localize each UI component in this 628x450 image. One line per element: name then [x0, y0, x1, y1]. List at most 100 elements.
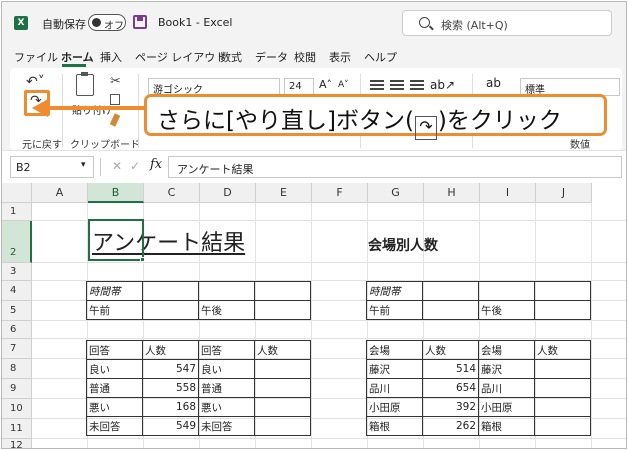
cell[interactable]: 未回答	[198, 416, 255, 436]
tab-view[interactable]: 表示	[329, 49, 351, 65]
row-header-10[interactable]: 10	[2, 399, 32, 419]
tab-help[interactable]: ヘルプ	[364, 49, 397, 65]
column-header-b[interactable]: B	[88, 183, 144, 203]
row-header-3[interactable]: 3	[2, 263, 32, 281]
cell[interactable]	[254, 378, 311, 398]
tab-insert[interactable]: 挿入	[100, 49, 122, 65]
cell[interactable]: 人数	[254, 340, 311, 360]
cell[interactable]: 549	[142, 416, 199, 436]
confirm-icon[interactable]: ✓	[130, 159, 140, 173]
select-all-corner[interactable]	[2, 183, 32, 203]
chevron-down-icon[interactable]: ▾	[81, 160, 86, 170]
wrap-text-icon[interactable]: ab	[486, 76, 501, 90]
cut-icon[interactable]: ✂	[110, 74, 121, 89]
cell[interactable]	[198, 281, 255, 301]
autosave-toggle[interactable]: オフ	[88, 14, 126, 32]
cell[interactable]	[534, 397, 591, 417]
column-header-g[interactable]: G	[368, 183, 424, 203]
cell[interactable]: 262	[422, 416, 479, 436]
formula-input[interactable]: アンケート結果	[168, 156, 622, 178]
cell[interactable]: 藤沢	[366, 359, 423, 379]
cell[interactable]	[422, 281, 479, 301]
column-header-i[interactable]: I	[480, 183, 536, 203]
cell[interactable]: 回答	[198, 340, 255, 360]
cell[interactable]: 品川	[478, 378, 535, 398]
cell[interactable]: 392	[422, 397, 479, 417]
cell[interactable]: 小田原	[366, 397, 423, 417]
cell[interactable]: 品川	[366, 378, 423, 398]
cell[interactable]	[254, 281, 311, 301]
column-header-j[interactable]: J	[536, 183, 592, 203]
tab-page-layout[interactable]: ページ レイアウト	[135, 49, 226, 65]
cell[interactable]: 558	[142, 378, 199, 398]
cell[interactable]	[254, 416, 311, 436]
cell[interactable]: 654	[422, 378, 479, 398]
column-header-f[interactable]: F	[312, 183, 368, 203]
insert-function-icon[interactable]: fx	[150, 157, 162, 172]
cell[interactable]: 514	[422, 359, 479, 379]
cell[interactable]: 人数	[534, 340, 591, 360]
cell[interactable]	[254, 359, 311, 379]
cell[interactable]: 普通	[198, 378, 255, 398]
tab-home[interactable]: ホーム	[61, 49, 94, 65]
cell[interactable]: 午後	[198, 300, 255, 320]
cell[interactable]	[478, 281, 535, 301]
cell[interactable]	[142, 281, 199, 301]
cell[interactable]: 会場	[478, 340, 535, 360]
cell[interactable]	[254, 397, 311, 417]
venue-section-title[interactable]: 会場別人数	[368, 235, 438, 255]
cell[interactable]	[534, 359, 591, 379]
name-box[interactable]: B2 ▾	[10, 156, 94, 178]
cell[interactable]: 168	[142, 397, 199, 417]
cell[interactable]	[422, 300, 479, 320]
cell[interactable]: 人数	[422, 340, 479, 360]
column-header-c[interactable]: C	[144, 183, 200, 203]
cell[interactable]	[142, 300, 199, 320]
column-header-h[interactable]: H	[424, 183, 480, 203]
cell[interactable]: 小田原	[478, 397, 535, 417]
fill-handle[interactable]	[140, 257, 145, 262]
search-input[interactable]: 検索 (Alt+Q)	[402, 10, 612, 36]
column-header-a[interactable]: A	[32, 183, 88, 203]
cell[interactable]: 回答	[86, 340, 143, 360]
tab-review[interactable]: 校閲	[294, 49, 316, 65]
row-header-1[interactable]: 1	[2, 203, 32, 221]
cell[interactable]	[534, 281, 591, 301]
row-header-2[interactable]: 2	[2, 221, 32, 263]
tab-formulas[interactable]: 数式	[220, 49, 242, 65]
cell[interactable]: 会場	[366, 340, 423, 360]
cell[interactable]	[254, 300, 311, 320]
cell[interactable]: 悪い	[198, 397, 255, 417]
row-header-11[interactable]: 11	[2, 419, 32, 439]
tab-data[interactable]: データ	[255, 49, 288, 65]
row-header-8[interactable]: 8	[2, 359, 32, 379]
row-header-6[interactable]: 6	[2, 321, 32, 339]
row-header-5[interactable]: 5	[2, 301, 32, 321]
align-top-icon[interactable]	[370, 80, 384, 90]
align-middle-icon[interactable]	[390, 80, 404, 90]
cell[interactable]	[534, 416, 591, 436]
row-header-7[interactable]: 7	[2, 339, 32, 359]
cell[interactable]: 藤沢	[478, 359, 535, 379]
cell[interactable]: 人数	[142, 340, 199, 360]
orientation-icon[interactable]: ab↗	[430, 78, 455, 92]
undo-icon[interactable]: ↶˅	[26, 74, 45, 90]
paste-icon[interactable]	[76, 72, 94, 96]
cell[interactable]: 時間帯	[366, 281, 423, 301]
cell[interactable]	[534, 300, 591, 320]
tab-file[interactable]: ファイル	[14, 49, 58, 65]
increase-font-icon[interactable]: A˄	[319, 78, 332, 91]
cell[interactable]: 午前	[86, 300, 143, 320]
cell[interactable]	[534, 378, 591, 398]
cell[interactable]: 箱根	[366, 416, 423, 436]
cell[interactable]: 良い	[86, 359, 143, 379]
cell[interactable]: 未回答	[86, 416, 143, 436]
cell[interactable]: 普通	[86, 378, 143, 398]
row-header-4[interactable]: 4	[2, 281, 32, 301]
align-bottom-icon[interactable]	[410, 80, 424, 90]
cell[interactable]: 午前	[366, 300, 423, 320]
row-header-12[interactable]: 12	[2, 439, 32, 448]
column-header-e[interactable]: E	[256, 183, 312, 203]
cell[interactable]: 547	[142, 359, 199, 379]
cell[interactable]: 時間帯	[86, 281, 143, 301]
